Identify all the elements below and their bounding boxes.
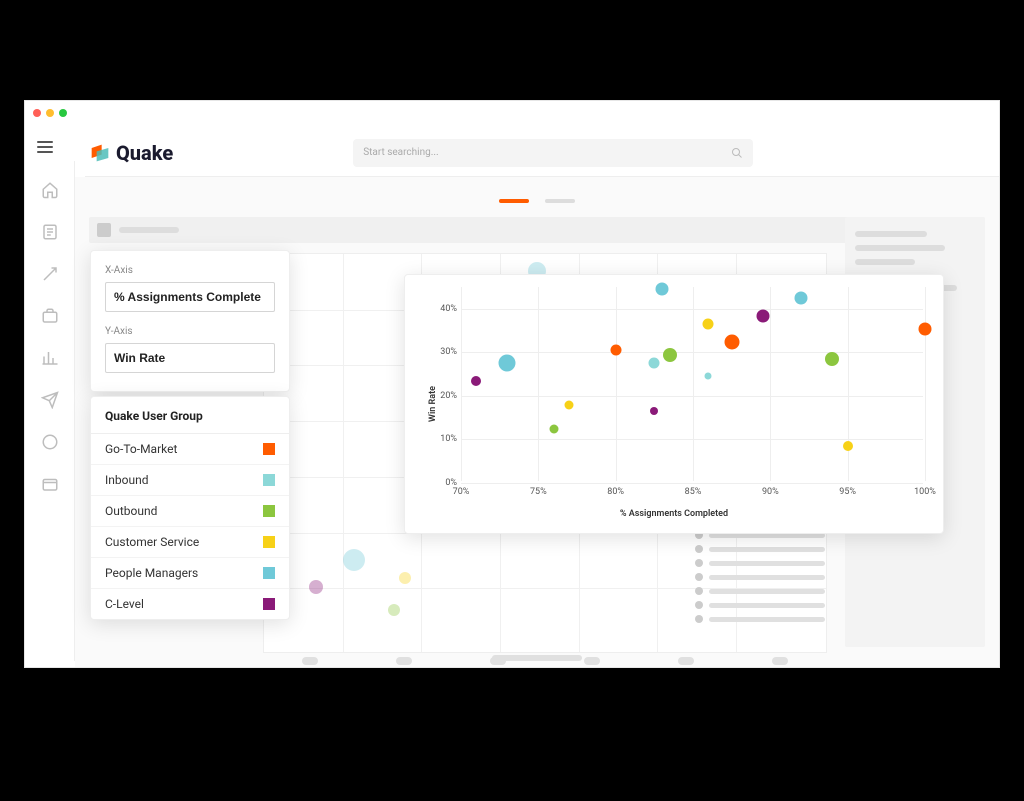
hamburger-menu-icon[interactable] — [37, 141, 53, 153]
briefcase-icon[interactable] — [41, 307, 59, 325]
chart-bubble[interactable] — [756, 309, 769, 322]
chart-bubble[interactable] — [724, 334, 739, 349]
legend-item[interactable]: C-Level — [91, 589, 289, 619]
app-logo[interactable]: Quake — [90, 141, 173, 165]
y-axis-label: Y-Axis — [105, 326, 275, 337]
chart-bubble[interactable] — [703, 319, 714, 330]
toolbar-checkbox[interactable] — [97, 223, 111, 237]
chart-icon[interactable] — [41, 349, 59, 367]
chart-bubble[interactable] — [565, 400, 574, 409]
x-tick-label: 70% — [453, 487, 470, 497]
y-tick-label: 40% — [435, 304, 457, 314]
close-dot[interactable] — [33, 109, 41, 117]
x-tick-label: 100% — [914, 487, 936, 497]
legend-item[interactable]: Customer Service — [91, 527, 289, 558]
tabs-row — [75, 189, 999, 213]
legend-swatch — [263, 505, 275, 517]
chart-bubble[interactable] — [843, 441, 853, 451]
chart-x-axis-title: % Assignments Completed — [620, 509, 728, 519]
search-icon — [731, 147, 743, 159]
home-icon[interactable] — [41, 181, 59, 199]
note-icon[interactable] — [41, 223, 59, 241]
legend-item[interactable]: Inbound — [91, 465, 289, 496]
chat-icon[interactable] — [41, 433, 59, 451]
chart-bubble[interactable] — [825, 352, 839, 366]
x-axis-input[interactable] — [105, 282, 275, 312]
chart-bubble[interactable] — [650, 407, 658, 415]
search-placeholder: Start searching... — [363, 147, 438, 158]
y-axis-input[interactable] — [105, 343, 275, 373]
x-tick-label: 85% — [685, 487, 702, 497]
tab-active[interactable] — [499, 199, 529, 203]
scatter-chart-panel: Win Rate % Assignments Completed 0%10%20… — [404, 274, 944, 534]
tab-inactive[interactable] — [545, 199, 575, 203]
chart-bubble[interactable] — [549, 424, 558, 433]
legend-item-label: Customer Service — [105, 535, 199, 549]
y-tick-label: 20% — [435, 391, 457, 401]
chart-plot-area — [461, 287, 923, 481]
app-name: Quake — [116, 141, 173, 165]
axis-config-panel: X-Axis Y-Axis — [90, 250, 290, 392]
chart-bubble[interactable] — [919, 322, 932, 335]
scroll-indicator — [492, 655, 582, 661]
legend-item[interactable]: Go-To-Market — [91, 434, 289, 465]
legend-panel: Quake User Group Go-To-Market Inbound Outb… — [90, 396, 290, 620]
legend-item-label: C-Level — [105, 597, 144, 611]
x-axis-label: X-Axis — [105, 265, 275, 276]
x-tick-label: 75% — [530, 487, 547, 497]
send-icon[interactable] — [41, 391, 59, 409]
x-tick-label: 95% — [839, 487, 856, 497]
legend-item-label: Outbound — [105, 504, 157, 518]
window-traffic-lights — [33, 109, 67, 117]
minimize-dot[interactable] — [46, 109, 54, 117]
left-nav-rail — [25, 161, 75, 661]
legend-swatch — [263, 443, 275, 455]
chart-bubble[interactable] — [663, 348, 677, 362]
legend-item-label: Go-To-Market — [105, 442, 177, 456]
toolbar-placeholder — [119, 227, 179, 233]
maximize-dot[interactable] — [59, 109, 67, 117]
x-tick-label: 90% — [762, 487, 779, 497]
x-tick-label: 80% — [607, 487, 624, 497]
legend-item-label: Inbound — [105, 473, 148, 487]
legend-swatch — [263, 474, 275, 486]
legend-swatch — [263, 598, 275, 610]
y-tick-label: 10% — [435, 434, 457, 444]
legend-item[interactable]: People Managers — [91, 558, 289, 589]
chart-bubble[interactable] — [656, 283, 669, 296]
wand-icon[interactable] — [41, 265, 59, 283]
legend-title: Quake User Group — [91, 397, 289, 434]
chart-bubble[interactable] — [649, 358, 660, 369]
folder-icon[interactable] — [41, 475, 59, 493]
legend-item[interactable]: Outbound — [91, 496, 289, 527]
chart-bubble[interactable] — [795, 292, 808, 305]
chart-bubble[interactable] — [610, 345, 621, 356]
legend-item-label: People Managers — [105, 566, 198, 580]
top-bar: Quake Start searching... — [85, 129, 999, 177]
logo-icon — [90, 143, 110, 163]
search-input[interactable]: Start searching... — [353, 139, 753, 167]
y-tick-label: 30% — [435, 347, 457, 357]
chart-bubble[interactable] — [499, 355, 516, 372]
legend-swatch — [263, 567, 275, 579]
legend-swatch — [263, 536, 275, 548]
chart-bubble[interactable] — [471, 376, 481, 386]
chart-bubble[interactable] — [705, 373, 712, 380]
